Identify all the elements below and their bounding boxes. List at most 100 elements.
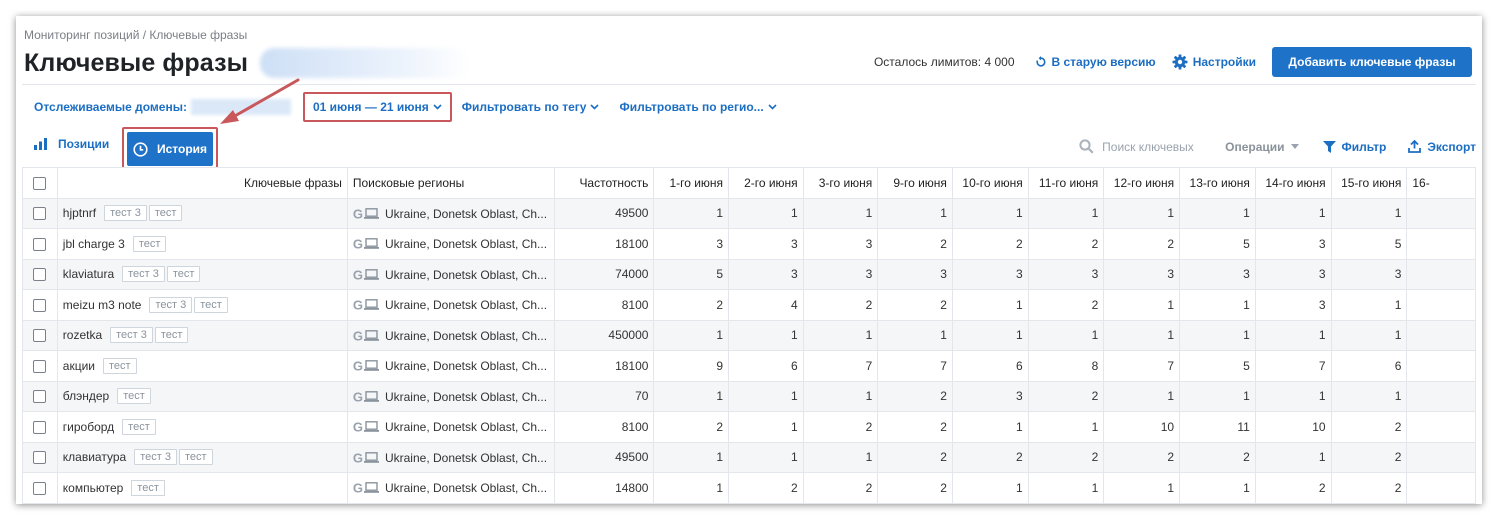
keyword-tag[interactable]: тест 3 — [104, 205, 147, 222]
keyword-tag[interactable]: тест — [154, 327, 189, 344]
column-header-day[interactable]: 3-го июня — [802, 167, 879, 199]
filter-by-tag-dropdown[interactable]: Фильтровать по тегу — [462, 100, 600, 114]
keyword-tag[interactable]: тест 3 — [149, 296, 193, 313]
settings-link[interactable]: Настройки — [1172, 54, 1256, 70]
position-cell: 2 — [1103, 441, 1181, 473]
keyword-text[interactable]: hjptnrf — [63, 206, 96, 220]
header-actions: Осталось лимитов: 4 000 В старую версию … — [874, 47, 1472, 77]
keyword-text[interactable]: jbl charge 3 — [63, 237, 125, 251]
tab-history-highlight: История — [122, 127, 218, 171]
google-icon: G — [352, 266, 363, 282]
table-row[interactable]: компьютер тест G Ukraine, Donetsk Oblast, C… — [22, 472, 1476, 504]
row-checkbox[interactable] — [33, 420, 47, 434]
keyword-tag[interactable]: тест — [122, 418, 156, 435]
keyword-text[interactable]: акции — [63, 359, 95, 373]
keyword-text[interactable]: блэндер — [63, 389, 109, 403]
table-row[interactable]: акции тест G Ukraine, Donetsk Oblast, Ch...… — [22, 350, 1476, 382]
position-cell: 1 — [1330, 197, 1408, 229]
history-table: Ключевые фразы Поисковые регионы Частотн… — [22, 167, 1476, 504]
export-button[interactable]: Экспорт — [1408, 140, 1476, 154]
position-cell: 2 — [1330, 472, 1408, 504]
column-header-keyword[interactable]: Ключевые фразы — [56, 167, 348, 199]
google-icon: G — [352, 419, 363, 435]
position-cell: 1 — [877, 319, 953, 351]
frequency-cell: 74000 — [554, 258, 655, 290]
keyword-tag[interactable]: тест — [166, 266, 201, 283]
keyword-text[interactable]: meizu m3 note — [63, 298, 142, 312]
keyword-tag[interactable]: тест — [131, 479, 165, 496]
filter-button[interactable]: Фильтр — [1322, 140, 1386, 154]
keyword-tag[interactable]: тест 3 — [134, 449, 177, 466]
breadcrumb[interactable]: Мониторинг позиций / Ключевые фразы — [24, 28, 247, 42]
select-all-cell — [22, 167, 58, 199]
row-checkbox[interactable] — [33, 390, 47, 404]
position-cell-cutoff — [1406, 380, 1476, 412]
position-cell: 1 — [1103, 472, 1181, 504]
table-row[interactable]: блэндер тест G Ukraine, Donetsk Oblast, Ch.… — [22, 380, 1476, 412]
keyword-tag[interactable]: тест — [178, 449, 213, 466]
table-row[interactable]: meizu m3 note тест 3 тест G Ukraine, Donetsk… — [22, 289, 1476, 321]
column-header-day[interactable]: 9-го июня — [877, 167, 953, 199]
row-select-cell — [22, 228, 58, 260]
keyword-tag[interactable]: тест 3 — [122, 266, 165, 283]
table-row[interactable]: jbl charge 3 тест G Ukraine, Donetsk Oblast… — [22, 228, 1476, 260]
keyword-search-input[interactable]: Поиск ключевых — [1079, 139, 1207, 154]
keyword-tag[interactable]: тест — [102, 357, 137, 374]
position-cell: 1 — [1179, 289, 1256, 321]
column-header-day[interactable]: 14-го июня — [1254, 167, 1332, 199]
tracked-domains-label: Отслеживаемые домены: — [34, 100, 187, 114]
table-row[interactable]: hjptnrf тест 3 тест G Ukraine, Donetsk Oblas… — [22, 197, 1476, 229]
position-cell: 1 — [951, 472, 1029, 504]
row-checkbox[interactable] — [33, 207, 47, 221]
add-keywords-button[interactable]: Добавить ключевые фразы — [1272, 47, 1472, 77]
keyword-tag[interactable]: тест 3 — [110, 327, 153, 344]
column-header-day[interactable]: 2-го июня — [728, 167, 804, 199]
column-header-day[interactable]: 16- — [1406, 167, 1476, 199]
column-header-day[interactable]: 15-го июня — [1330, 167, 1408, 199]
table-row[interactable]: гироборд тест G Ukraine, Donetsk Oblast, Ch… — [22, 411, 1476, 443]
tab-positions[interactable]: Позиции — [34, 137, 109, 151]
keyword-text[interactable]: гироборд — [63, 420, 114, 434]
bar-chart-icon — [34, 138, 47, 150]
old-version-link[interactable]: В старую версию — [1035, 55, 1156, 69]
keyword-tag[interactable]: тест — [117, 388, 151, 405]
keyword-text[interactable]: rozetka — [63, 328, 102, 342]
row-select-cell — [22, 350, 58, 382]
keyword-text[interactable]: клавиатура — [63, 450, 126, 464]
row-checkbox[interactable] — [33, 451, 47, 465]
position-cell: 6 — [728, 350, 804, 382]
title-row: Ключевые фразы — [24, 48, 471, 78]
table-row[interactable]: клавиатура тест 3 тест G Ukraine, Donetsk Ob… — [22, 441, 1476, 473]
column-header-day[interactable]: 13-го июня — [1179, 167, 1256, 199]
row-checkbox[interactable] — [33, 268, 47, 282]
position-cell: 1 — [1179, 197, 1256, 229]
position-cell: 2 — [1027, 441, 1105, 473]
select-all-checkbox[interactable] — [33, 176, 47, 190]
keyword-tag[interactable]: тест — [132, 235, 167, 252]
column-header-frequency[interactable]: Частотность — [554, 167, 655, 199]
search-placeholder: Поиск ключевых — [1102, 139, 1194, 154]
column-header-day[interactable]: 11-го июня — [1027, 167, 1105, 199]
row-checkbox[interactable] — [33, 481, 47, 495]
desktop-icon — [363, 452, 379, 463]
row-checkbox[interactable] — [33, 298, 47, 312]
caret-down-icon — [1290, 144, 1299, 149]
date-range-picker[interactable]: 01 июня — 21 июня — [302, 92, 452, 122]
keyword-tag[interactable]: тест — [148, 205, 183, 222]
row-checkbox[interactable] — [33, 237, 47, 251]
column-header-day[interactable]: 10-го июня — [951, 167, 1029, 199]
row-checkbox[interactable] — [33, 359, 47, 373]
keyword-tag[interactable]: тест — [194, 296, 228, 313]
keyword-text[interactable]: klaviatura — [63, 267, 114, 281]
filter-by-region-dropdown[interactable]: Фильтровать по регио... — [619, 100, 777, 114]
row-checkbox[interactable] — [33, 329, 47, 343]
column-header-day[interactable]: 1-го июня — [653, 167, 730, 199]
column-header-region[interactable]: Поисковые регионы — [346, 167, 556, 199]
redacted-domain[interactable] — [190, 99, 291, 115]
table-row[interactable]: klaviatura тест 3 тест G Ukraine, Donetsk Ob… — [22, 258, 1476, 290]
tab-history[interactable]: История — [127, 132, 213, 166]
keyword-text[interactable]: компьютер — [63, 481, 124, 495]
operations-dropdown[interactable]: Операции — [1225, 140, 1299, 154]
column-header-day[interactable]: 12-го июня — [1103, 167, 1181, 199]
table-row[interactable]: rozetka тест 3 тест G Ukraine, Donetsk Oblas… — [22, 319, 1476, 351]
